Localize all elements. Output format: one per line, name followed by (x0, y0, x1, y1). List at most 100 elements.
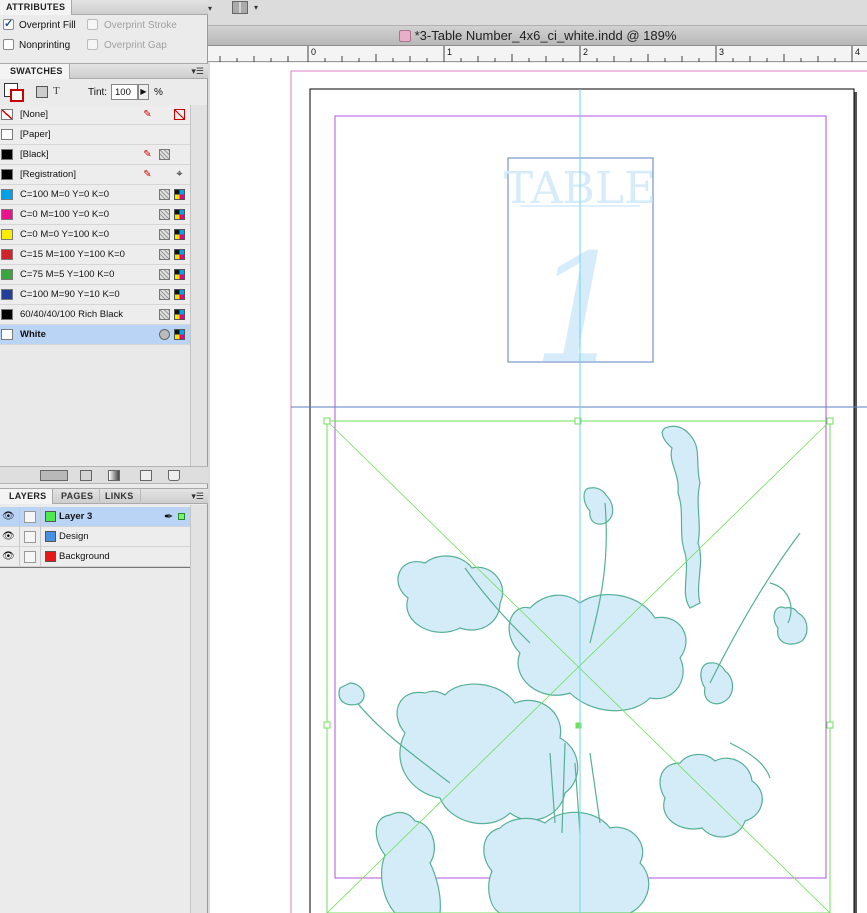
lock-toggle[interactable] (24, 511, 36, 523)
overprint-gap-checkbox[interactable] (87, 39, 98, 50)
swatch-name: [Black] (20, 149, 49, 160)
swatch-name: C=100 M=90 Y=10 K=0 (20, 289, 120, 300)
swatch-row-rich-black[interactable]: 60/40/40/100 Rich Black (0, 305, 190, 325)
spot-color-icon (159, 329, 170, 340)
swatch-name: C=100 M=0 Y=0 K=0 (20, 189, 110, 200)
document-tab[interactable]: *3-Table Number_4x6_ci_white.indd @ 189% (208, 26, 867, 46)
tint-input[interactable]: 100 (111, 84, 138, 100)
swatch-row-black[interactable]: [Black] ✎ (0, 145, 190, 165)
tab-attributes[interactable]: ATTRIBUTES (0, 0, 73, 15)
swatch-row-magenta[interactable]: C=0 M=100 Y=0 K=0 (0, 205, 190, 225)
swatch-row-red[interactable]: C=15 M=100 Y=100 K=0 (0, 245, 190, 265)
handle-top-left (323, 417, 331, 425)
swatch-list: [None] ✎ [Paper] [Black] ✎ [Registration… (0, 105, 190, 465)
attributes-tab-bar: ATTRIBUTES (0, 0, 208, 15)
formatting-container-icon[interactable] (36, 86, 48, 98)
cmyk-mode-icon (174, 229, 185, 240)
show-gradient-swatches-icon[interactable] (108, 470, 120, 481)
swatch-row-white[interactable]: White (0, 325, 190, 345)
swatch-chip (1, 149, 13, 160)
swatch-row-green[interactable]: C=75 M=5 Y=100 K=0 (0, 265, 190, 285)
overprint-stroke-checkbox[interactable] (87, 19, 98, 30)
swatch-name: C=0 M=0 Y=100 K=0 (20, 229, 110, 240)
ruler-number: 0 (311, 47, 317, 57)
layer-name: Design (59, 531, 89, 542)
arrange-dropdown-icon[interactable]: ▾ (254, 3, 258, 12)
new-swatch-icon[interactable] (140, 470, 152, 481)
lock-toggle[interactable] (24, 551, 36, 563)
selected-item-square-icon[interactable] (178, 513, 185, 520)
tab-layers[interactable]: LAYERS (0, 489, 54, 504)
tab-swatches[interactable]: SWATCHES (0, 64, 70, 79)
arrange-documents-icon[interactable] (232, 1, 248, 14)
swatch-row-blue[interactable]: C=100 M=90 Y=10 K=0 (0, 285, 190, 305)
document-canvas[interactable]: TABLE 1 (210, 63, 867, 913)
formatting-text-icon[interactable]: T (53, 85, 60, 97)
swatches-menu-icon[interactable]: ▾☰ (191, 66, 204, 77)
tab-pages[interactable]: PAGES (55, 489, 101, 504)
process-color-icon (159, 229, 170, 240)
layers-list-end-line (0, 567, 190, 568)
lock-toggle[interactable] (24, 531, 36, 543)
visibility-eye-icon[interactable]: 👁 (2, 532, 15, 542)
layer-color-chip (45, 551, 56, 562)
column-divider (40, 507, 41, 527)
visibility-eye-icon[interactable]: 👁 (2, 512, 15, 522)
swatch-chip (1, 189, 13, 200)
pasteboard[interactable]: TABLE 1 (210, 63, 867, 913)
ruler-number: 2 (583, 47, 589, 57)
layer-row-background[interactable]: 👁 Background (0, 547, 190, 567)
swatch-chip (1, 289, 13, 300)
layer-row-design[interactable]: 👁 Design (0, 527, 190, 547)
process-color-icon (159, 189, 170, 200)
tint-label: Tint: (88, 87, 108, 98)
tint-arrow-button[interactable]: ▶ (138, 84, 149, 100)
swatches-scrollbar[interactable] (190, 105, 207, 466)
swatch-name: [Paper] (20, 129, 51, 140)
swatch-row-cyan[interactable]: C=100 M=0 Y=0 K=0 (0, 185, 190, 205)
swatch-name: 60/40/40/100 Rich Black (20, 309, 123, 320)
tab-links[interactable]: LINKS (99, 489, 141, 504)
swatch-name: C=0 M=100 Y=0 K=0 (20, 209, 110, 220)
swatch-name: C=15 M=100 Y=100 K=0 (20, 249, 125, 260)
swatch-name: [None] (20, 109, 48, 120)
show-color-swatches-icon[interactable] (80, 470, 92, 481)
visibility-eye-icon[interactable]: 👁 (2, 552, 15, 562)
swatch-chip (1, 329, 13, 340)
process-color-icon (159, 209, 170, 220)
layer-name: Background (59, 551, 110, 562)
process-color-icon (159, 249, 170, 260)
layers-scrollbar[interactable] (190, 505, 207, 913)
swatch-chip (1, 269, 13, 280)
layer-row-layer3[interactable]: 👁 Layer 3 ✒ (0, 507, 190, 527)
swatch-row-none[interactable]: [None] ✎ (0, 105, 190, 125)
process-color-icon (159, 309, 170, 320)
pen-icon: ✒ (164, 511, 174, 523)
document-title: *3-Table Number_4x6_ci_white.indd @ 189% (414, 28, 677, 43)
ruler-number: 1 (447, 47, 453, 57)
stroke-proxy-icon[interactable] (10, 89, 24, 102)
tint-percent: % (154, 87, 163, 98)
swatch-row-yellow[interactable]: C=0 M=0 Y=100 K=0 (0, 225, 190, 245)
handle-top-right (826, 417, 834, 425)
ruler-number: 4 (855, 47, 861, 57)
show-all-swatches-icon[interactable] (40, 470, 68, 481)
swatch-chip (1, 109, 13, 120)
column-divider (19, 547, 20, 567)
no-edit-pencil-icon: ✎ (143, 149, 152, 160)
swatch-row-registration[interactable]: [Registration] ✎ ⌖ (0, 165, 190, 185)
nonprinting-checkbox[interactable] (3, 39, 14, 50)
swatch-name: White (20, 329, 46, 340)
horizontal-ruler[interactable]: 0 1 2 3 4 (208, 46, 867, 62)
none-swatch-icon (174, 109, 185, 120)
swatch-row-paper[interactable]: [Paper] (0, 125, 190, 145)
cmyk-mode-icon (174, 289, 185, 300)
layers-menu-icon[interactable]: ▾☰ (191, 491, 204, 502)
dropdown-arrow-icon[interactable]: ▾ (208, 4, 212, 13)
trash-icon[interactable] (168, 470, 180, 481)
nonprinting-label: Nonprinting (19, 40, 71, 51)
overprint-fill-checkbox[interactable] (3, 17, 14, 30)
layer-name: Layer 3 (59, 511, 93, 522)
overprint-gap-label: Overprint Gap (104, 40, 167, 51)
cmyk-mode-icon (174, 309, 185, 320)
